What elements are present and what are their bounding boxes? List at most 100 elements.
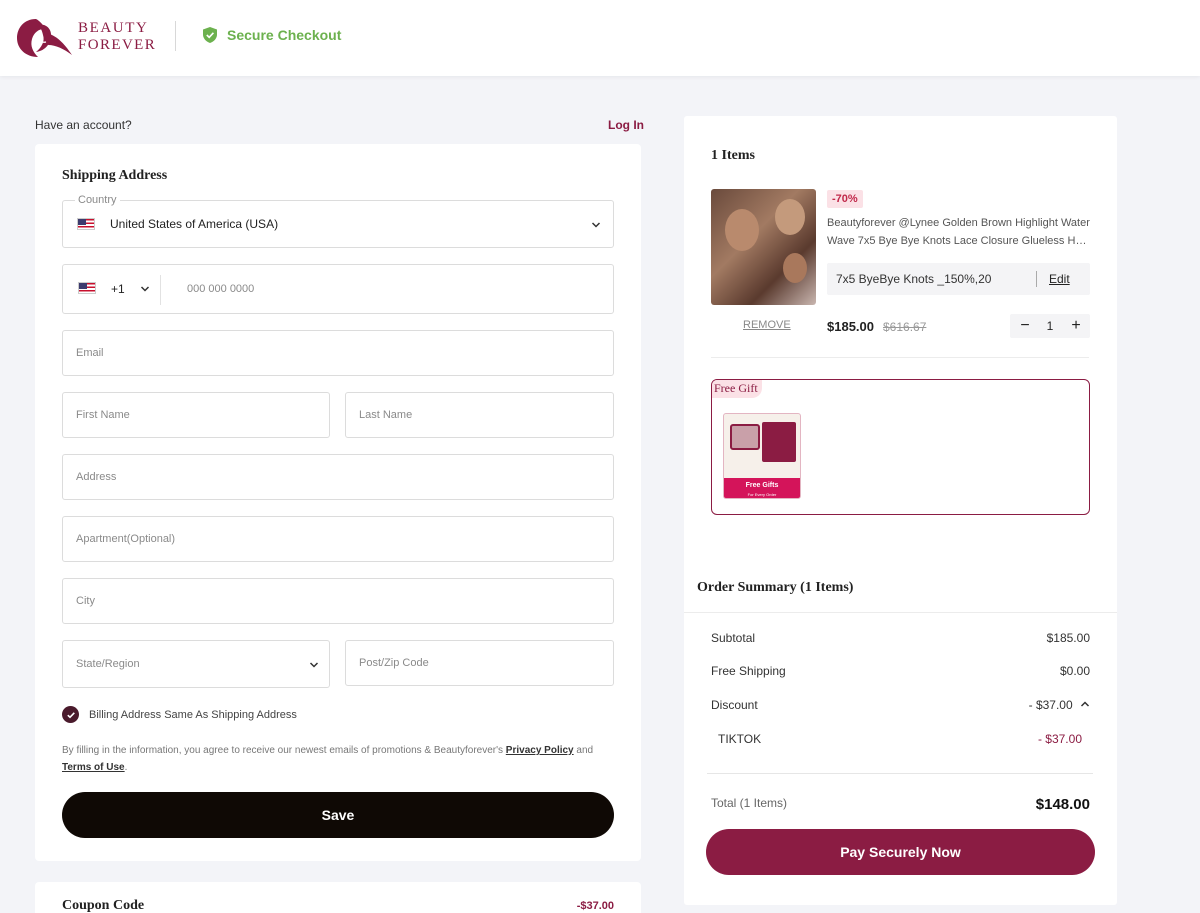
brand-logo-icon	[17, 19, 72, 57]
consent-and: and	[576, 745, 594, 756]
edit-variant-link[interactable]: Edit	[1049, 272, 1070, 286]
quantity-decrease-button[interactable]: −	[1016, 316, 1034, 336]
remove-item-link[interactable]: REMOVE	[743, 319, 791, 331]
free-gift-tag: Free Gift	[712, 380, 762, 398]
cart-items-title: 1 Items	[711, 148, 755, 163]
shipping-row: Free Shipping $0.00	[711, 664, 1090, 678]
product-image[interactable]	[711, 189, 816, 305]
total-label: Total (1 Items)	[711, 796, 788, 810]
cart-divider	[711, 357, 1089, 358]
coupon-name: TIKTOK	[718, 732, 762, 746]
city-input[interactable]: City	[62, 578, 614, 624]
coupon-discount-value: - $37.00	[1037, 732, 1082, 746]
phone-country-code-select[interactable]: +1	[63, 265, 160, 313]
consent-text: By filling in the information, you agree…	[62, 742, 622, 776]
country-select[interactable]: Country United States of America (USA)	[62, 194, 614, 248]
chevron-down-icon	[140, 286, 150, 292]
city-placeholder: City	[76, 595, 95, 607]
us-flag-icon	[77, 218, 95, 230]
phone-code-value: +1	[111, 282, 125, 296]
chevron-up-icon[interactable]	[1080, 699, 1090, 709]
free-gift-image[interactable]: Free Gifts For Every Order	[723, 413, 801, 499]
page-header: BEAUTY FOREVER Secure Checkout	[0, 0, 1200, 76]
billing-same-checkbox[interactable]	[62, 706, 79, 723]
coupon-code-value: -$37.00	[576, 900, 614, 912]
last-name-input[interactable]: Last Name	[345, 392, 614, 438]
country-legend: Country	[75, 194, 120, 206]
gift-image-caption: Free Gifts For Every Order	[724, 478, 800, 498]
email-input[interactable]: Email	[62, 330, 614, 376]
free-gift-box: Free Gift Free Gifts For Every Order	[711, 379, 1090, 515]
header-divider	[175, 21, 176, 51]
zip-placeholder: Post/Zip Code	[359, 657, 429, 669]
brand-line-2: FOREVER	[78, 37, 157, 53]
discount-badge: -70%	[827, 190, 863, 208]
phone-placeholder: 000 000 0000	[187, 283, 255, 295]
gift-image-subtitle: For Every Order	[747, 492, 777, 497]
save-button[interactable]: Save	[62, 792, 614, 838]
cart-summary-card: 1 Items -70% Beautyforever @Lynee Golden…	[684, 116, 1117, 905]
subtotal-value: $185.00	[1046, 631, 1090, 645]
secure-checkout-label: Secure Checkout	[203, 27, 341, 43]
chevron-down-icon	[309, 662, 319, 668]
phone-input[interactable]: 000 000 0000	[161, 265, 613, 313]
shipping-value: $0.00	[1059, 664, 1090, 678]
discount-value: - $37.00	[1028, 698, 1073, 712]
discount-value-wrap: - $37.00	[1029, 698, 1090, 712]
product-original-price: $616.67	[883, 320, 927, 334]
gift-image-title: Free Gifts	[745, 482, 779, 489]
product-name-line-2: Wave 7x5 Bye Bye Knots Lace Closure Glue…	[827, 235, 1092, 247]
secure-checkout-text: Secure Checkout	[227, 27, 342, 43]
address-input[interactable]: Address	[62, 454, 614, 500]
consent-period: .	[124, 762, 128, 773]
apartment-placeholder: Apartment(Optional)	[76, 533, 176, 545]
privacy-policy-link[interactable]: Privacy Policy	[506, 745, 574, 756]
product-name[interactable]: Beautyforever @Lynee Golden Brown Highli…	[827, 214, 1092, 250]
discount-label: Discount	[711, 698, 758, 712]
shipping-address-card: Shipping Address Country United States o…	[35, 144, 641, 861]
variant-divider	[1036, 271, 1037, 287]
us-flag-icon	[78, 282, 96, 294]
first-name-placeholder: First Name	[76, 409, 130, 421]
product-price: $185.00	[827, 319, 874, 334]
coupon-tiktok-row: TIKTOK - $37.00	[718, 732, 1082, 746]
quantity-increase-button[interactable]: +	[1067, 316, 1085, 336]
brand-logo-text: BEAUTY FOREVER	[78, 20, 156, 54]
terms-of-use-link[interactable]: Terms of Use	[62, 762, 125, 773]
coupon-code-card[interactable]: Coupon Code -$37.00	[35, 882, 641, 913]
chevron-down-icon	[591, 222, 601, 228]
address-placeholder: Address	[76, 471, 117, 483]
product-variant: 7x5 ByeBye Knots _150%,20 Edit	[827, 263, 1090, 295]
product-image-face-3	[783, 253, 807, 283]
product-image-face-2	[775, 199, 805, 235]
brand-line-1: BEAUTY	[78, 20, 149, 36]
shipping-address-title: Shipping Address	[62, 168, 168, 183]
product-image-face-1	[725, 209, 759, 251]
state-select[interactable]: State/Region	[62, 640, 330, 688]
login-link[interactable]: Log In	[608, 118, 644, 132]
country-value: United States of America (USA)	[110, 217, 279, 231]
variant-text: 7x5 ByeBye Knots _150%,20	[836, 272, 992, 286]
brand-logo[interactable]: BEAUTY FOREVER	[16, 15, 161, 59]
order-summary-title: Order Summary (1 Items)	[697, 580, 854, 595]
phone-field: +1 000 000 0000	[62, 264, 614, 314]
billing-same-label[interactable]: Billing Address Same As Shipping Address	[89, 709, 297, 721]
first-name-input[interactable]: First Name	[62, 392, 330, 438]
pay-securely-button[interactable]: Pay Securely Now	[706, 829, 1095, 875]
have-account-label: Have an account?	[35, 118, 132, 132]
product-name-line-1: Beautyforever @Lynee Golden Brown Highli…	[827, 217, 1090, 229]
summary-divider	[684, 612, 1117, 613]
quantity-value: 1	[1046, 319, 1054, 333]
consent-body: By filling in the information, you agree…	[62, 745, 504, 756]
gift-box-shape	[762, 422, 796, 462]
shield-check-icon	[203, 27, 217, 43]
total-value: $148.00	[1035, 796, 1090, 813]
apartment-input[interactable]: Apartment(Optional)	[62, 516, 614, 562]
last-name-placeholder: Last Name	[359, 409, 413, 421]
state-placeholder: State/Region	[76, 658, 140, 670]
subtotal-label: Subtotal	[711, 631, 756, 645]
discount-row[interactable]: Discount - $37.00	[711, 698, 1090, 712]
email-placeholder: Email	[76, 347, 104, 359]
total-divider	[707, 773, 1093, 774]
zip-input[interactable]: Post/Zip Code	[345, 640, 614, 686]
